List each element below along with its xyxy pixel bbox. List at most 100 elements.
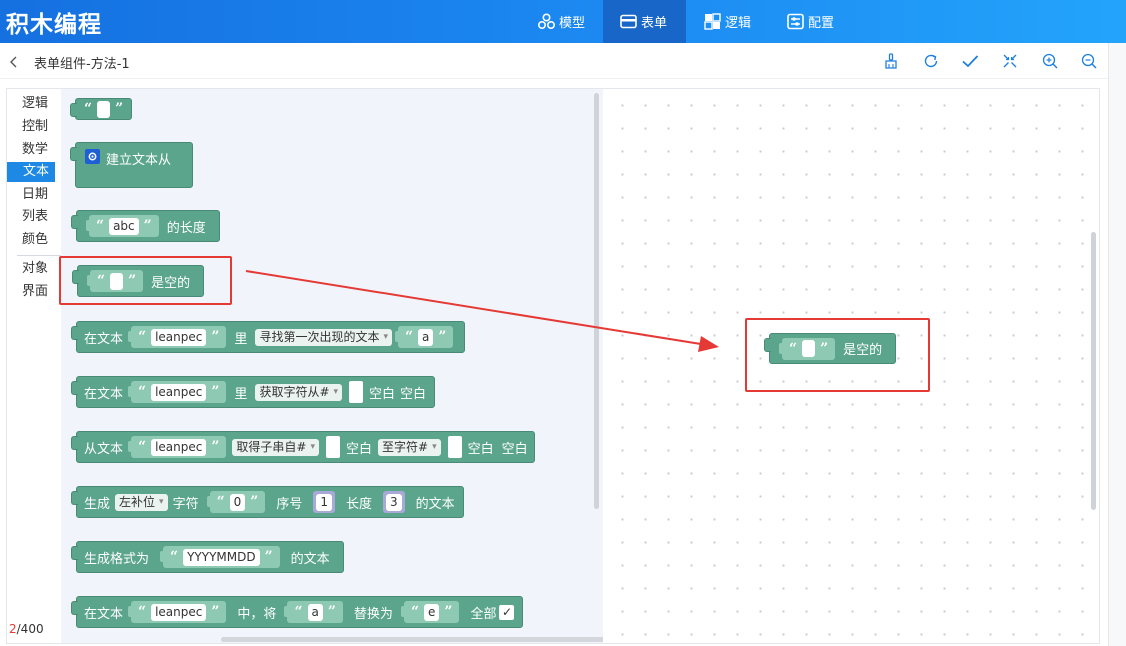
open-quote-icon: “ — [96, 218, 105, 234]
category-list[interactable]: 列表 — [7, 207, 61, 227]
number-value-slot[interactable]: 1 — [313, 491, 335, 513]
block-label: 全部 — [470, 606, 497, 622]
block-label: 空白 — [467, 441, 494, 457]
text-pad-block[interactable]: 生成 左补位 字符 “0” 序号 1 长度 3 的文本 — [71, 486, 464, 518]
tab-form-label: 表单 — [641, 16, 668, 31]
text-replace-block[interactable]: 在文本 “leanpec” 中，将 “a” 替换为 “e” 全部 ✓ — [70, 596, 524, 628]
text-field[interactable]: 0 — [229, 493, 246, 511]
collapse-icon[interactable] — [1001, 52, 1019, 70]
value-input-slot[interactable] — [326, 436, 341, 458]
value-input-slot[interactable] — [447, 436, 462, 458]
text-field[interactable]: leanpec — [151, 328, 207, 346]
close-quote-icon: ” — [250, 494, 259, 510]
category-text[interactable]: 文本 — [7, 162, 55, 182]
close-quote-icon: ” — [211, 329, 220, 345]
text-value-slot[interactable]: “ e” — [400, 601, 460, 623]
number-value-slot[interactable]: 3 — [383, 491, 405, 513]
text-field[interactable]: leanpec — [151, 438, 207, 456]
block-label: 空白 — [400, 386, 427, 402]
text-field[interactable]: e — [424, 603, 440, 621]
substring-from-dropdown[interactable]: 取得子串自# — [232, 438, 320, 456]
app-title: 积木编程 — [6, 12, 102, 38]
open-quote-icon: “ — [138, 329, 147, 345]
top-bar: 积木编程 模型 表单 逻辑 配置 — [0, 0, 1126, 43]
text-field[interactable]: leanpec — [151, 603, 207, 621]
block-label: 中，将 — [237, 606, 277, 622]
category-control[interactable]: 控制 — [7, 117, 61, 137]
category-date[interactable]: 日期 — [7, 185, 61, 205]
text-index-of-block[interactable]: 在文本 “leanpec” 里 寻找第一次出现的文本 “a” — [70, 321, 466, 353]
text-substring-block[interactable]: 从文本 “leanpec” 取得子串自# 空白 至字符# 空白 空白 — [71, 431, 535, 463]
create-text-block[interactable]: 建立文本从 — [70, 142, 193, 188]
refresh-icon[interactable] — [922, 52, 940, 70]
block-count-total: /400 — [16, 622, 44, 636]
block-label: 空白 — [346, 441, 373, 457]
category-math[interactable]: 数学 — [7, 140, 61, 160]
gear-icon[interactable] — [85, 149, 100, 164]
back-icon[interactable] — [9, 54, 19, 68]
block-label: 在文本 — [84, 331, 124, 347]
tab-model[interactable]: 模型 — [537, 0, 598, 43]
text-value-slot[interactable]: “a” — [284, 601, 343, 623]
text-value-slot[interactable]: “0” — [206, 491, 266, 513]
workspace-canvas[interactable]: “” 是空的 — [603, 89, 1099, 643]
text-literal-block[interactable]: “” — [69, 98, 133, 120]
flyout-vertical-scrollbar[interactable] — [594, 93, 599, 509]
tab-form[interactable]: 表单 — [603, 0, 686, 43]
flyout-horizontal-scrollbar[interactable] — [221, 637, 659, 642]
number-field[interactable]: 1 — [316, 493, 332, 511]
page-title: 表单组件-方法-1 — [34, 57, 130, 72]
text-field[interactable] — [97, 100, 111, 118]
highlight-box-source — [59, 256, 232, 305]
text-char-at-block[interactable]: 在文本 “leanpec” 里 获取字符从# 空白 空白 — [70, 376, 436, 408]
zoom-in-icon[interactable] — [1041, 52, 1059, 70]
char-mode-dropdown[interactable]: 获取字符从# — [255, 383, 343, 401]
category-object[interactable]: 对象 — [7, 259, 61, 279]
text-value-slot[interactable]: “leanpec” — [128, 601, 227, 623]
text-length-block[interactable]: “abc” 的长度 — [71, 210, 220, 242]
logic-icon — [704, 13, 721, 30]
text-field[interactable]: leanpec — [151, 383, 207, 401]
value-input-slot[interactable] — [349, 381, 364, 403]
text-field[interactable]: a — [307, 603, 323, 621]
text-value-slot[interactable]: “a” — [394, 326, 454, 348]
text-value-slot[interactable]: “YYYYMMDD” — [160, 546, 280, 568]
text-field[interactable]: a — [418, 328, 434, 346]
substring-to-dropdown[interactable]: 至字符# — [378, 438, 441, 456]
block-label: 在文本 — [84, 606, 124, 622]
number-field[interactable]: 3 — [386, 493, 402, 511]
text-value-slot[interactable]: “abc” — [86, 215, 159, 237]
right-side-panel — [1108, 43, 1126, 646]
zoom-out-icon[interactable] — [1080, 52, 1098, 70]
block-flyout: “” 建立文本从 “abc” 的长度 “” 是空的 在文本 “leanpec” … — [59, 89, 659, 643]
block-label: 的文本 — [290, 551, 330, 567]
category-color[interactable]: 颜色 — [7, 230, 61, 250]
category-logic[interactable]: 逻辑 — [7, 94, 61, 114]
form-icon — [620, 13, 637, 30]
highlight-box-target — [745, 318, 930, 392]
block-label: 的长度 — [166, 220, 206, 236]
open-quote-icon: “ — [138, 604, 147, 620]
category-ui[interactable]: 界面 — [7, 282, 61, 302]
text-value-slot[interactable]: “leanpec” — [128, 436, 227, 458]
open-quote-icon: “ — [84, 101, 93, 117]
open-quote-icon: “ — [138, 384, 147, 400]
brush-icon[interactable] — [882, 52, 900, 70]
find-mode-dropdown[interactable]: 寻找第一次出现的文本 — [255, 328, 392, 346]
text-format-date-block[interactable]: 生成格式为 “YYYYMMDD” 的文本 — [71, 541, 344, 573]
text-field[interactable]: YYYYMMDD — [183, 548, 260, 566]
canvas-vertical-scrollbar[interactable] — [1091, 232, 1096, 510]
check-icon[interactable] — [961, 52, 979, 70]
block-label: 序号 — [276, 496, 303, 512]
tab-config[interactable]: 配置 — [787, 0, 847, 43]
text-value-slot[interactable]: “leanpec” — [128, 381, 227, 403]
pad-side-dropdown[interactable]: 左补位 — [115, 493, 168, 511]
block-label: 空白 — [369, 386, 396, 402]
tab-logic[interactable]: 逻辑 — [704, 0, 764, 43]
block-label: 生成格式为 — [84, 551, 150, 567]
replace-all-checkbox[interactable]: ✓ — [499, 604, 515, 620]
text-value-slot[interactable]: “leanpec” — [128, 326, 227, 348]
block-label: 的文本 — [415, 496, 455, 512]
text-field[interactable]: abc — [109, 217, 139, 235]
block-label: 在文本 — [84, 386, 124, 402]
